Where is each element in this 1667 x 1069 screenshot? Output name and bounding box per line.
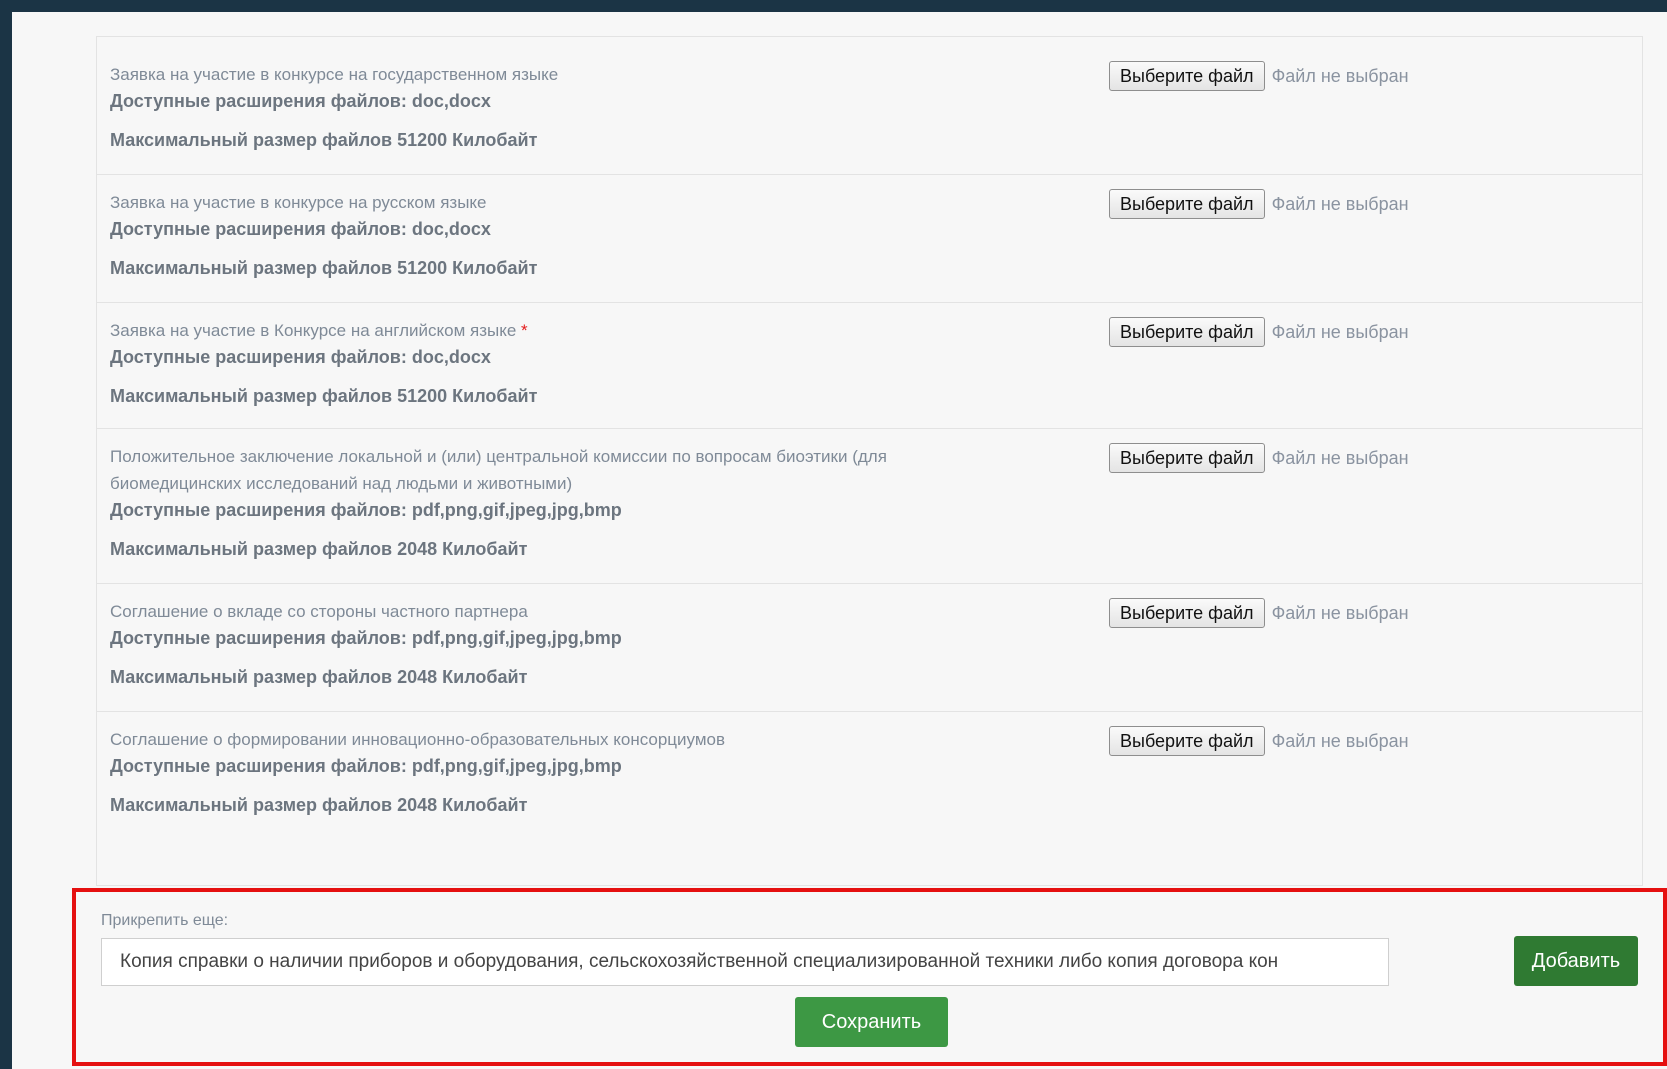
- add-button[interactable]: Добавить: [1514, 936, 1638, 986]
- allowed-extensions: Доступные расширения файлов: pdf,png,gif…: [110, 756, 622, 776]
- allowed-extensions: Доступные расширения файлов: doc,docx: [110, 219, 491, 239]
- upload-label: Соглашение о формировании инновационно-о…: [110, 730, 726, 749]
- upload-label: Заявка на участие в конкурсе на русском …: [110, 193, 487, 212]
- max-file-size: Максимальный размер файлов 2048 Килобайт: [110, 795, 528, 815]
- allowed-extensions: Доступные расширения файлов: doc,docx: [110, 347, 491, 367]
- file-input: Выберите файл Файл не выбран: [1109, 726, 1409, 756]
- upload-row-consortium-agreement: Соглашение о формировании инновационно-о…: [97, 712, 1642, 842]
- upload-row-private-partner-agreement: Соглашение о вкладе со стороны частного …: [97, 584, 1642, 712]
- max-file-size: Максимальный размер файлов 2048 Килобайт: [110, 539, 528, 559]
- upload-label: Заявка на участие в конкурсе на государс…: [110, 65, 559, 84]
- allowed-extensions: Доступные расширения файлов: pdf,png,gif…: [110, 628, 622, 648]
- file-status: Файл не выбран: [1271, 321, 1409, 342]
- file-status: Файл не выбран: [1271, 65, 1409, 86]
- max-file-size: Максимальный размер файлов 2048 Килобайт: [110, 667, 528, 687]
- upload-label: Положительное заключение локальной и (ил…: [110, 447, 887, 493]
- document-type-select[interactable]: Копия справки о наличии приборов и обору…: [101, 938, 1389, 986]
- file-status: Файл не выбран: [1271, 193, 1409, 214]
- attach-more-section: Прикрепить еще: Копия справки о наличии …: [72, 888, 1667, 1066]
- save-button[interactable]: Сохранить: [795, 997, 948, 1047]
- choose-file-button[interactable]: Выберите файл: [1109, 726, 1265, 756]
- upload-row-state-language: Заявка на участие в конкурсе на государс…: [97, 47, 1642, 175]
- file-status: Файл не выбран: [1271, 602, 1409, 623]
- allowed-extensions: Доступные расширения файлов: pdf,png,gif…: [110, 500, 622, 520]
- max-file-size: Максимальный размер файлов 51200 Килобай…: [110, 386, 538, 406]
- file-input: Выберите файл Файл не выбран: [1109, 61, 1409, 91]
- choose-file-button[interactable]: Выберите файл: [1109, 189, 1265, 219]
- upload-label: Соглашение о вкладе со стороны частного …: [110, 602, 528, 621]
- max-file-size: Максимальный размер файлов 51200 Килобай…: [110, 258, 538, 278]
- upload-label: Заявка на участие в Конкурсе на английск…: [110, 321, 528, 340]
- upload-row-english-language: Заявка на участие в Конкурсе на английск…: [97, 303, 1642, 429]
- choose-file-button[interactable]: Выберите файл: [1109, 443, 1265, 473]
- file-input: Выберите файл Файл не выбран: [1109, 317, 1409, 347]
- choose-file-button[interactable]: Выберите файл: [1109, 61, 1265, 91]
- file-status: Файл не выбран: [1271, 447, 1409, 468]
- required-marker: *: [521, 321, 528, 340]
- upload-row-russian-language: Заявка на участие в конкурсе на русском …: [97, 175, 1642, 303]
- file-input: Выберите файл Файл не выбран: [1109, 598, 1409, 628]
- file-upload-card: Заявка на участие в конкурсе на государс…: [96, 36, 1643, 886]
- allowed-extensions: Доступные расширения файлов: doc,docx: [110, 91, 491, 111]
- upload-row-bioethics-conclusion: Положительное заключение локальной и (ил…: [97, 429, 1642, 584]
- file-input: Выберите файл Файл не выбран: [1109, 443, 1409, 473]
- choose-file-button[interactable]: Выберите файл: [1109, 598, 1265, 628]
- max-file-size: Максимальный размер файлов 51200 Килобай…: [110, 130, 538, 150]
- file-status: Файл не выбран: [1271, 730, 1409, 751]
- file-input: Выберите файл Файл не выбран: [1109, 189, 1409, 219]
- attach-more-label: Прикрепить еще:: [101, 912, 229, 929]
- choose-file-button[interactable]: Выберите файл: [1109, 317, 1265, 347]
